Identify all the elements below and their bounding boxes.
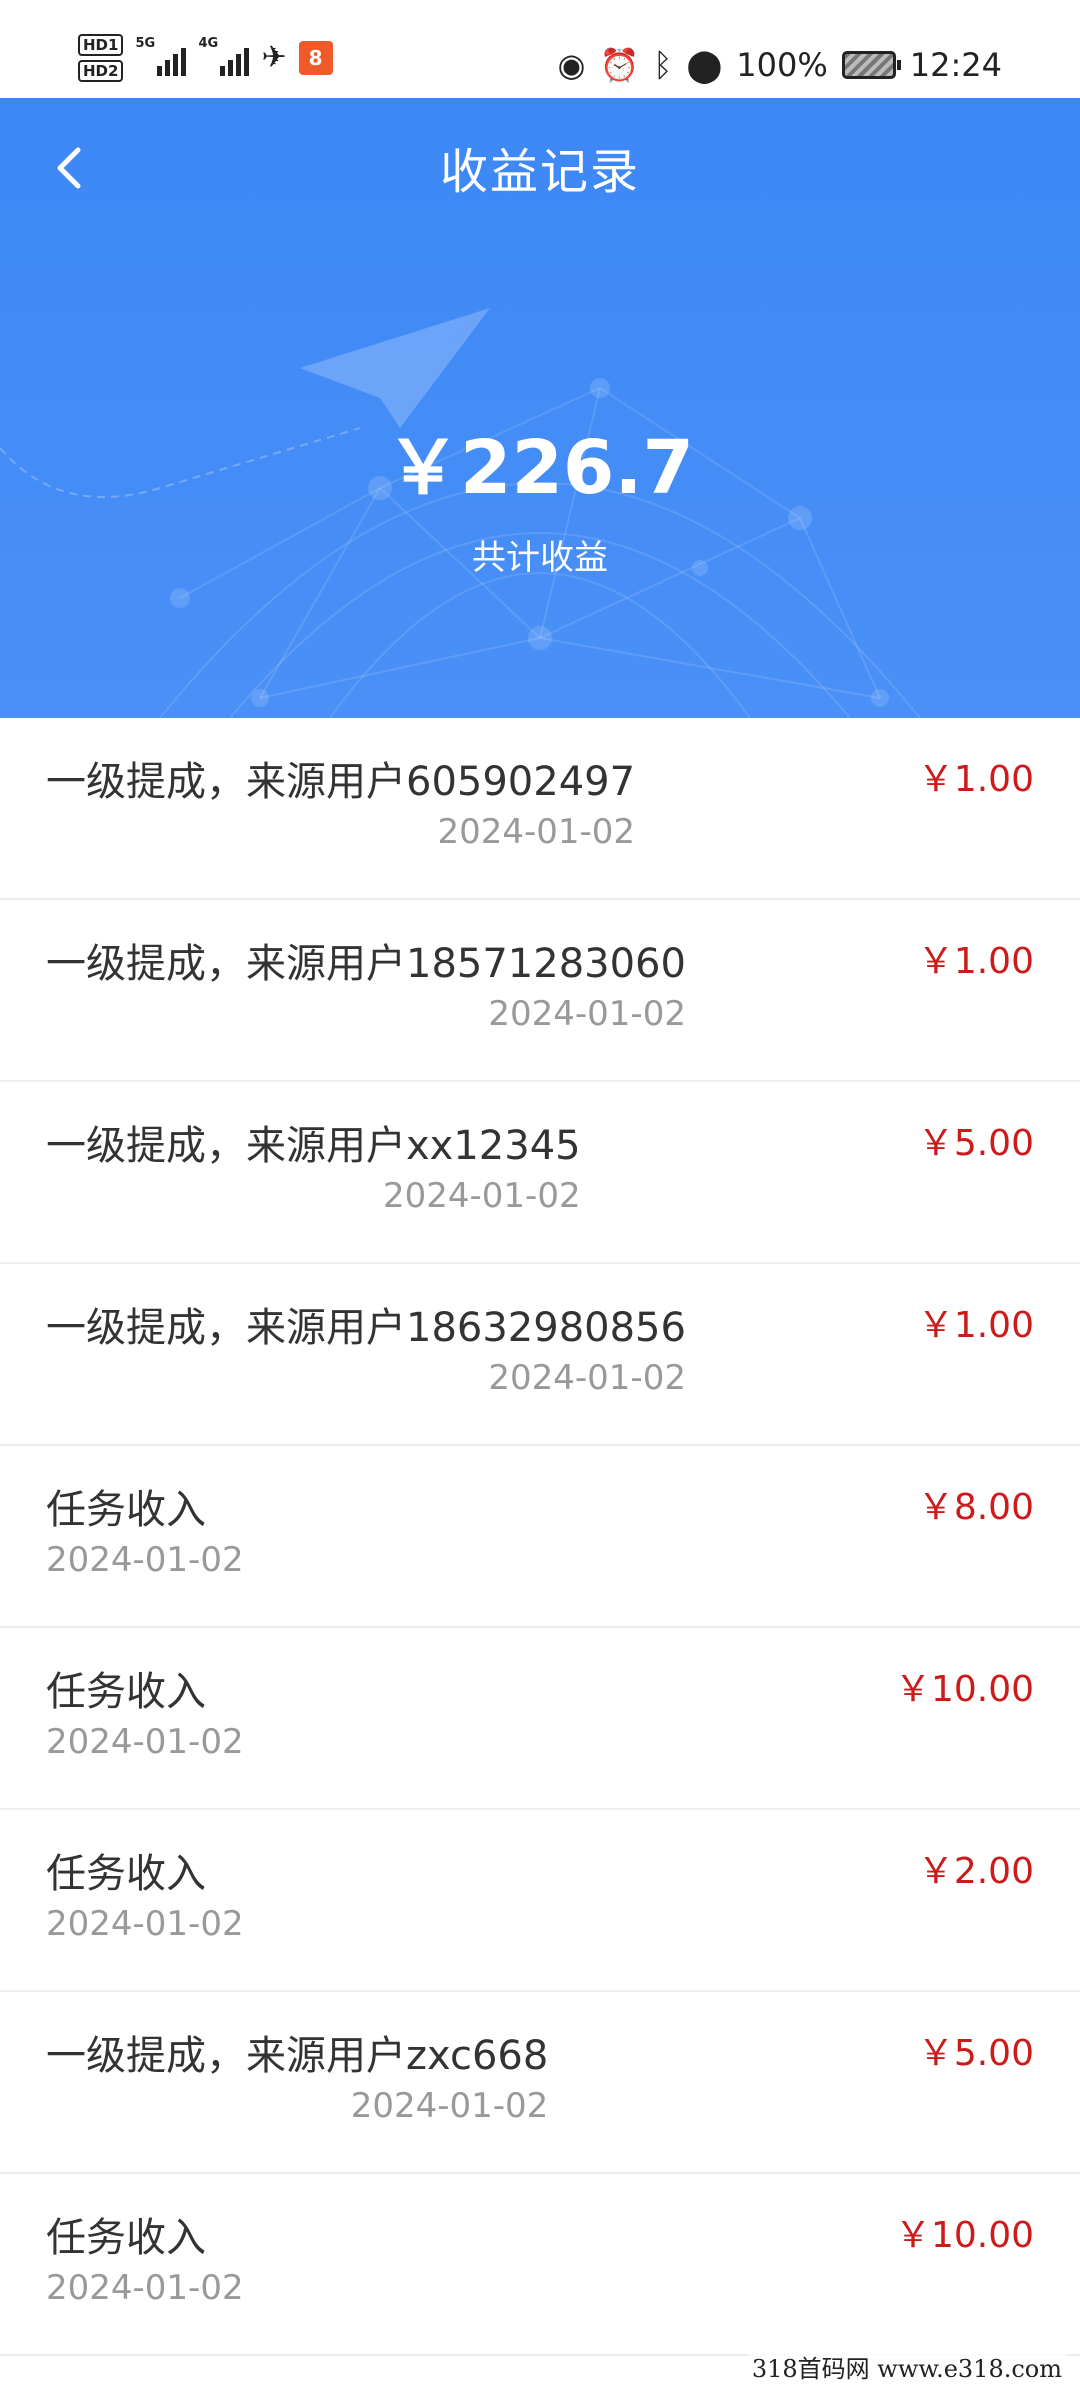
total-earnings-amount: ￥226.7 — [385, 425, 695, 511]
airplane-icon: ✈ — [261, 40, 287, 75]
record-amount: ￥5.00 — [917, 2033, 1034, 2074]
page-title: 收益记录 — [439, 144, 640, 200]
app-notification-icon: 8 — [298, 41, 333, 75]
status-bar: HD1 HD2 5G 4G ✈ 8 ◉ ⏰ ᛒ ⬤ 100% 12:24 — [0, 0, 1080, 98]
record-text-group: 任务收入 2024-01-02 — [46, 1846, 244, 1946]
record-date: 2024-01-02 — [46, 1722, 244, 1762]
record-amount: ￥1.00 — [917, 941, 1034, 982]
hd-indicators: HD1 HD2 — [78, 34, 124, 82]
record-item: 任务收入 2024-01-02 ￥2.00 — [0, 1810, 1080, 1992]
record-description: 一级提成，来源用户zxc668 — [46, 2033, 549, 2079]
record-item: 一级提成，来源用户zxc668 2024-01-02 ￥5.00 — [0, 1992, 1080, 2174]
record-description: 一级提成，来源用户18571283060 — [46, 941, 686, 987]
record-item: 一级提成，来源用户18632980856 2024-01-02 ￥1.00 — [0, 1264, 1080, 1446]
record-description: 任务收入 — [46, 1669, 206, 1715]
record-text-group: 一级提成，来源用户605902497 2024-01-02 — [46, 754, 635, 854]
record-amount: ￥1.00 — [917, 759, 1034, 800]
record-item: 任务收入 2024-01-02 ￥8.00 — [0, 1446, 1080, 1628]
signal-5g-icon: 5G — [135, 36, 187, 76]
clock: 12:24 — [909, 46, 1002, 84]
network-type-5g: 5G — [135, 36, 156, 51]
record-description: 一级提成，来源用户xx12345 — [46, 1123, 581, 1169]
eye-icon: ◉ — [557, 46, 586, 84]
site-watermark: 318首码网 www.e318.com — [747, 2349, 1066, 2384]
record-description: 任务收入 — [46, 1487, 206, 1533]
record-amount: ￥1.00 — [917, 1305, 1034, 1346]
record-text-group: 一级提成，来源用户zxc668 2024-01-02 — [46, 2028, 548, 2128]
battery-percent: 100% — [736, 46, 828, 84]
record-date: 2024-01-02 — [488, 994, 686, 1034]
record-date: 2024-01-02 — [46, 1904, 244, 1944]
record-item: 一级提成，来源用户xx12345 2024-01-02 ￥5.00 — [0, 1082, 1080, 1264]
record-description: 任务收入 — [46, 1851, 206, 1897]
record-date: 2024-01-02 — [350, 2086, 549, 2126]
total-earnings-label: 共计收益 — [472, 538, 608, 578]
record-description: 任务收入 — [46, 2215, 206, 2261]
record-text-group: 任务收入 2024-01-02 — [46, 2210, 244, 2310]
earnings-record-list: 一级提成，来源用户605902497 2024-01-02 ￥1.00 一级提成… — [0, 718, 1080, 2356]
battery-icon — [841, 51, 901, 79]
bluetooth-icon: ᛒ — [653, 46, 673, 84]
record-item: 一级提成，来源用户605902497 2024-01-02 ￥1.00 — [0, 718, 1080, 900]
record-amount: ￥10.00 — [894, 1669, 1034, 1710]
record-date: 2024-01-02 — [46, 1540, 244, 1580]
hd1-badge: HD1 — [78, 34, 124, 56]
record-text-group: 一级提成，来源用户xx12345 2024-01-02 — [46, 1118, 581, 1218]
location-icon: ⬤ — [686, 46, 723, 84]
record-text-group: 任务收入 2024-01-02 — [46, 1664, 244, 1764]
record-description: 一级提成，来源用户605902497 — [46, 759, 636, 805]
record-item: 一级提成，来源用户18571283060 2024-01-02 ￥1.00 — [0, 900, 1080, 1082]
record-text-group: 一级提成，来源用户18632980856 2024-01-02 — [46, 1300, 686, 1400]
record-text-group: 一级提成，来源用户18571283060 2024-01-02 — [46, 936, 686, 1036]
record-amount: ￥10.00 — [894, 2215, 1034, 2256]
record-amount: ￥8.00 — [917, 1487, 1034, 1528]
record-date: 2024-01-02 — [383, 1176, 581, 1216]
network-type-4g: 4G — [198, 36, 219, 51]
record-description: 一级提成，来源用户18632980856 — [46, 1305, 686, 1351]
earnings-header: 收益记录 ￥226.7 共计收益 — [0, 98, 1080, 718]
status-left: HD1 HD2 5G 4G ✈ 8 — [78, 30, 333, 86]
record-date: 2024-01-02 — [46, 2268, 244, 2308]
signal-4g-icon: 4G — [198, 36, 250, 76]
record-item: 任务收入 2024-01-02 ￥10.00 — [0, 2174, 1080, 2356]
hd2-badge: HD2 — [78, 60, 124, 82]
record-text-group: 任务收入 2024-01-02 — [46, 1482, 244, 1582]
alarm-icon: ⏰ — [599, 46, 640, 84]
status-right: ◉ ⏰ ᛒ ⬤ 100% 12:24 — [558, 40, 1002, 90]
record-amount: ￥2.00 — [917, 1851, 1034, 1892]
record-item: 任务收入 2024-01-02 ￥10.00 — [0, 1628, 1080, 1810]
record-date: 2024-01-02 — [488, 1358, 686, 1398]
record-amount: ￥5.00 — [917, 1123, 1034, 1164]
record-date: 2024-01-02 — [437, 812, 636, 852]
